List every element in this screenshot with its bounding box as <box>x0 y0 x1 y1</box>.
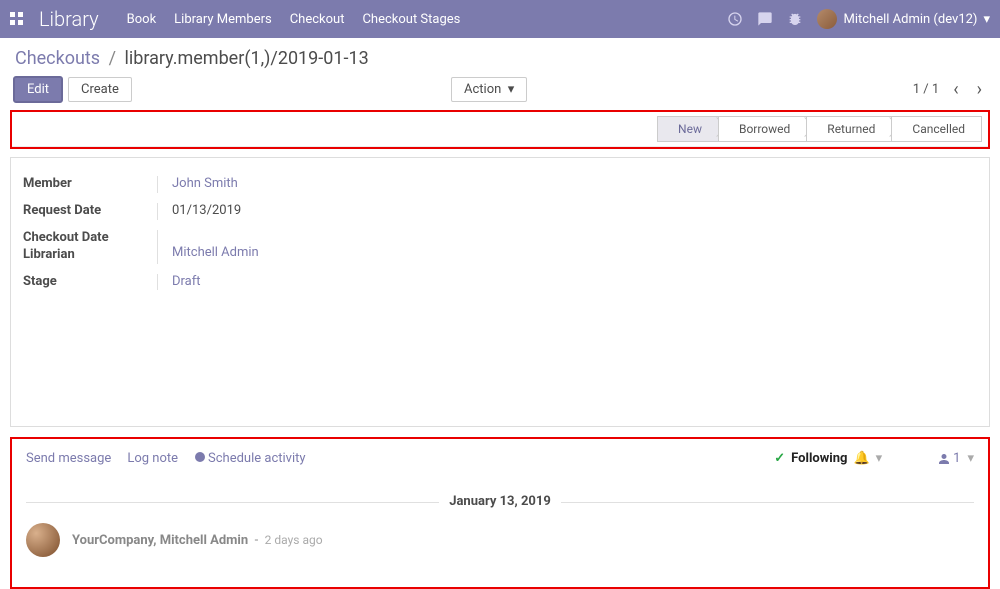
user-name[interactable]: Mitchell Admin (dev12) <box>843 12 977 27</box>
following-indicator[interactable]: ✓ Following 🔔 ▾ <box>774 451 882 466</box>
value-reqdate: 01/13/2019 <box>172 203 241 218</box>
action-dropdown[interactable]: Action ▾ <box>451 77 527 102</box>
check-icon: ✓ <box>774 451 785 466</box>
value-stage[interactable]: Draft <box>172 274 201 289</box>
user-avatar[interactable] <box>817 9 837 29</box>
message: YourCompany, Mitchell Admin - 2 days ago <box>26 523 974 557</box>
value-member[interactable]: John Smith <box>172 176 238 191</box>
value-librarian[interactable]: Mitchell Admin <box>172 245 259 260</box>
message-time: 2 days ago <box>265 533 323 547</box>
pager-prev-icon[interactable]: ‹ <box>949 79 962 100</box>
menu-book[interactable]: Book <box>127 12 157 27</box>
bug-icon[interactable] <box>787 11 803 27</box>
menu-members[interactable]: Library Members <box>174 12 272 27</box>
pager-label: 1 / 1 <box>913 82 939 97</box>
stage-cancelled[interactable]: Cancelled <box>891 116 982 142</box>
followers-caret-icon[interactable]: ▾ <box>967 451 974 466</box>
chat-icon[interactable] <box>757 11 773 27</box>
breadcrumb-current: library.member(1,)/2019-01-13 <box>124 48 368 69</box>
user-caret-icon[interactable]: ▾ <box>983 12 990 27</box>
create-button[interactable]: Create <box>68 77 132 102</box>
statusbar-sheet: New Borrowed Returned Cancelled <box>10 110 990 149</box>
bell-icon[interactable]: 🔔 <box>853 451 869 466</box>
pager: 1 / 1 ‹ › <box>913 79 986 100</box>
send-message[interactable]: Send message <box>26 451 111 466</box>
apps-icon[interactable] <box>10 12 24 26</box>
toolbar: Edit Create Action ▾ 1 / 1 ‹ › <box>10 75 990 110</box>
breadcrumb: Checkouts / library.member(1,)/2019-01-1… <box>10 38 990 75</box>
label-stage: Stage <box>23 274 158 291</box>
menu-stages[interactable]: Checkout Stages <box>362 12 460 27</box>
clock-icon[interactable] <box>727 11 743 27</box>
form-body: Member John Smith Request Date 01/13/201… <box>10 157 990 427</box>
schedule-activity[interactable]: Schedule activity <box>194 451 306 466</box>
stage-borrowed[interactable]: Borrowed <box>718 116 807 142</box>
stage-new[interactable]: New <box>657 116 719 142</box>
stage-returned[interactable]: Returned <box>806 116 892 142</box>
statusbar: New Borrowed Returned Cancelled <box>12 112 988 147</box>
pager-next-icon[interactable]: › <box>973 79 986 100</box>
person-icon <box>938 453 950 465</box>
edit-button[interactable]: Edit <box>14 77 62 102</box>
brand[interactable]: Library <box>39 7 99 31</box>
topbar: Library Book Library Members Checkout Ch… <box>0 0 1000 38</box>
followers[interactable]: 1 ▾ <box>938 451 974 466</box>
date-separator: January 13, 2019 <box>26 494 974 509</box>
menu-checkout[interactable]: Checkout <box>290 12 345 27</box>
message-avatar <box>26 523 60 557</box>
label-reqdate: Request Date <box>23 203 158 220</box>
label-member: Member <box>23 176 158 193</box>
message-author: YourCompany, Mitchell Admin <box>72 533 248 548</box>
following-caret-icon[interactable]: ▾ <box>876 451 883 466</box>
label-codate: Checkout DateLibrarian <box>23 230 158 264</box>
breadcrumb-root[interactable]: Checkouts <box>15 48 100 69</box>
chatter: Send message Log note Schedule activity … <box>10 437 990 589</box>
log-note[interactable]: Log note <box>127 451 178 466</box>
